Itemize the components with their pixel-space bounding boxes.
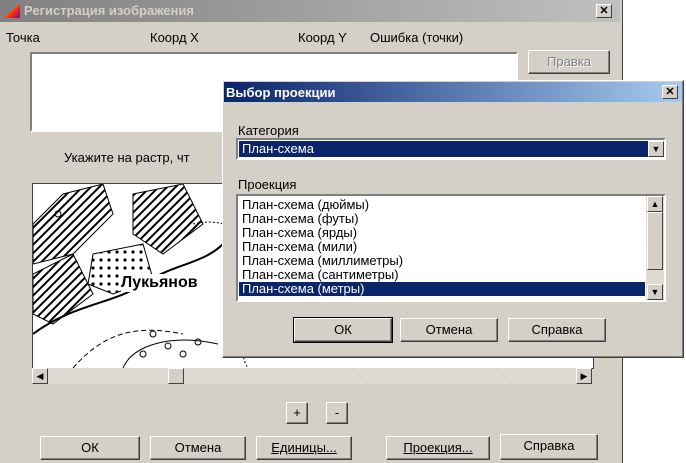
map-hatched-block-2 <box>33 253 94 325</box>
projection-list-scrollbar[interactable]: ▲ ▼ <box>646 196 664 300</box>
category-selected-value: План-схема <box>239 141 650 157</box>
projection-items: План-схема (дюймы) План-схема (футы) План-… <box>239 198 645 296</box>
projection-list[interactable]: План-схема (дюймы) План-схема (футы) План-… <box>236 194 666 302</box>
scroll-down-arrow-icon[interactable]: ▼ <box>647 284 663 300</box>
column-header-error: Ошибка (точки) <box>370 30 464 45</box>
projection-list-item[interactable]: План-схема (метры) <box>239 282 645 296</box>
dialog-close-button[interactable]: ✕ <box>662 85 678 99</box>
close-icon: ✕ <box>599 5 609 17</box>
zoom-in-button[interactable]: + <box>286 402 308 424</box>
dialog-help-button[interactable]: Справка <box>508 318 606 342</box>
category-label: Категория <box>238 123 299 138</box>
dialog-ok-button[interactable]: ОК <box>293 317 393 343</box>
map-place-label: Лукьянов <box>121 274 198 292</box>
projection-list-item[interactable]: План-схема (мили) <box>239 240 645 254</box>
list-scroll-thumb[interactable] <box>647 212 663 270</box>
scroll-thumb[interactable] <box>168 368 184 384</box>
column-header-x: Коорд X <box>150 30 199 45</box>
dialog-cancel-button[interactable]: Отмена <box>400 318 498 342</box>
projection-list-item[interactable]: План-схема (дюймы) <box>239 198 645 212</box>
projection-list-item[interactable]: План-схема (футы) <box>239 212 645 226</box>
column-header-y: Коорд Y <box>298 30 347 45</box>
app-icon <box>4 4 20 18</box>
help-button[interactable]: Справка <box>500 434 598 460</box>
main-close-button[interactable]: ✕ <box>596 4 612 18</box>
main-window-title: Регистрация изображения <box>24 3 194 18</box>
map-horizontal-scrollbar[interactable]: ◀ ▶ <box>32 368 592 384</box>
projection-list-item[interactable]: План-схема (миллиметры) <box>239 254 645 268</box>
projection-dialog-title-bar[interactable]: Выбор проекции ✕ <box>224 82 682 102</box>
projection-dialog-title: Выбор проекции <box>226 85 336 100</box>
projection-list-item[interactable]: План-схема (ярды) <box>239 226 645 240</box>
scroll-left-arrow-icon[interactable]: ◀ <box>32 368 48 384</box>
category-dropdown[interactable]: План-схема ▼ <box>236 138 666 160</box>
units-button[interactable]: Единицы... <box>256 436 352 460</box>
chevron-down-icon[interactable]: ▼ <box>648 141 664 157</box>
scroll-right-arrow-icon[interactable]: ▶ <box>576 368 592 384</box>
scroll-up-arrow-icon[interactable]: ▲ <box>647 196 663 212</box>
instruction-text: Укажите на растр, чт <box>64 150 190 165</box>
map-hatched-block-3 <box>132 184 204 255</box>
zoom-out-button[interactable]: - <box>326 402 348 424</box>
projection-list-item[interactable]: План-схема (сантиметры) <box>239 268 645 282</box>
ok-button[interactable]: ОК <box>40 436 140 460</box>
close-icon: ✕ <box>665 86 675 98</box>
main-title-bar[interactable]: Регистрация изображения ✕ <box>0 0 620 22</box>
cancel-button[interactable]: Отмена <box>150 436 246 460</box>
column-header-point: Точка <box>6 30 40 45</box>
projection-button[interactable]: Проекция... <box>386 436 490 460</box>
projection-label: Проекция <box>238 177 297 192</box>
help-top-button[interactable]: Правка <box>528 50 610 74</box>
